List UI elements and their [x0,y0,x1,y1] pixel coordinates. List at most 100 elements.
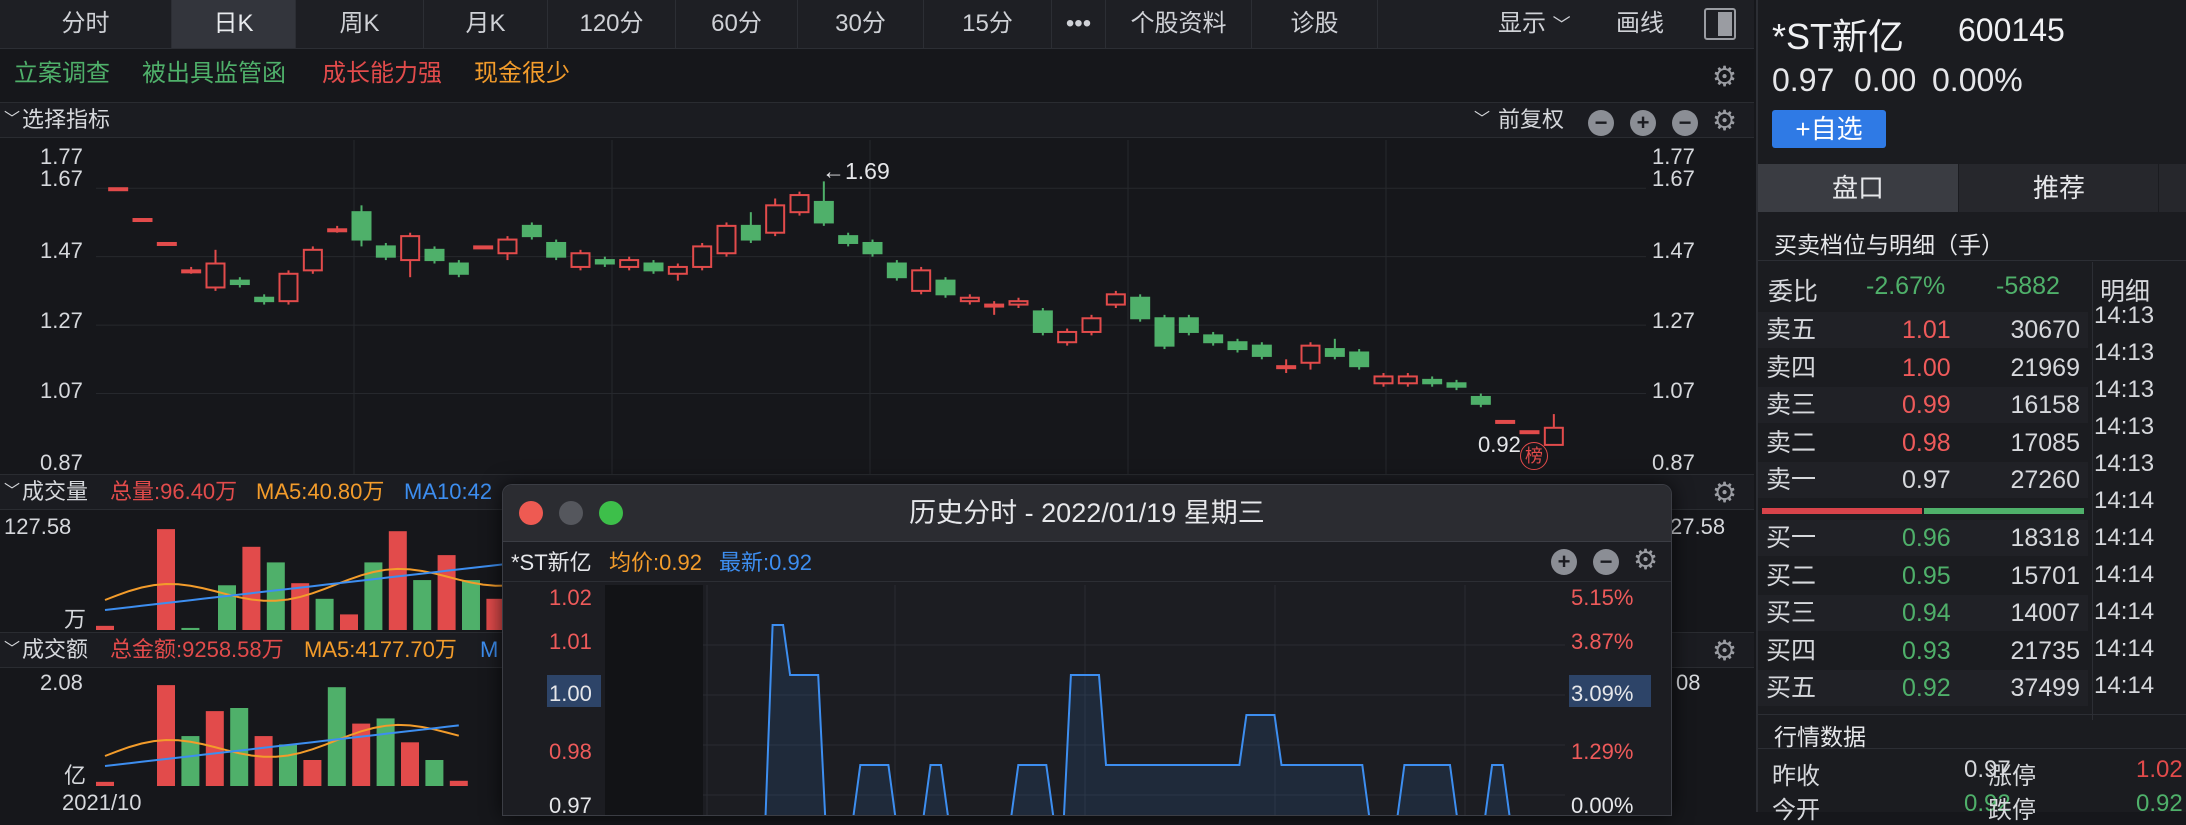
tab-weekly-k[interactable]: 周K [296,0,424,48]
divider [1758,260,2186,261]
select-indicator[interactable]: 选择指标 [22,103,110,137]
more-tabs-icon[interactable]: ••• [1052,0,1106,48]
gear-icon[interactable]: ⚙ [1712,634,1737,667]
candle-body [1032,310,1053,333]
gear-icon[interactable]: ⚙ [1712,476,1737,509]
price-tick: 1.47 [1652,238,1695,263]
detail-time: 14:13 [2094,339,2155,366]
amount-label[interactable]: 成交额 [22,633,88,667]
tab-30min[interactable]: 30分 [798,0,924,48]
sell-level-row[interactable]: 卖五 1.01 30670 [1758,312,2088,348]
amount-chart[interactable] [96,668,506,786]
candlestick-chart[interactable] [96,140,1646,480]
weibi-label: 委比 [1768,278,1819,306]
candle-body [327,228,348,233]
candle-body [959,296,980,303]
intraday-line-chart[interactable] [605,585,1565,816]
buy-ratio-bar [1924,508,2084,514]
detail-time: 14:13 [2094,450,2155,477]
buy-level-row[interactable]: 买四 0.93 21735 [1758,633,2088,669]
level-volume: 21969 [2010,353,2080,382]
sell-level-row[interactable]: 卖二 0.98 17085 [1758,425,2088,461]
display-menu[interactable]: 显示 ﹀ [1498,0,1571,48]
tab-60min[interactable]: 60分 [676,0,798,48]
buy-level-row[interactable]: 买三 0.94 14007 [1758,595,2088,631]
tag-low-cash[interactable]: 现金很少 [474,56,570,92]
zoom-out-icon[interactable]: − [1588,110,1614,136]
tab-15min[interactable]: 15分 [924,0,1052,48]
level-label: 卖五 [1766,316,1817,344]
maximize-icon[interactable] [599,501,623,525]
buy-level-row[interactable]: 买一 0.96 18318 [1758,520,2088,556]
candle-body [692,245,713,268]
candle-body [1154,317,1175,347]
candle-body [716,224,737,255]
tab-monthly-k[interactable]: 月K [424,0,548,48]
adjust-select[interactable]: 前复权 [1498,103,1564,137]
sell-level-row[interactable]: 卖四 1.00 21969 [1758,350,2088,386]
limit-up-label: 涨停 [1988,763,2036,790]
candle-body [132,218,153,223]
level-volume: 30670 [2010,316,2080,344]
close-icon[interactable] [519,501,543,525]
minimize-icon[interactable] [559,501,583,525]
buy-level-row[interactable]: 买五 0.92 37499 [1758,670,2088,706]
candle-body [375,245,396,258]
candle-body [643,262,664,272]
tag-investigation[interactable]: 立案调查 [14,56,110,92]
tab-intraday[interactable]: 分时 [0,0,172,48]
price-tick: 1.67 [40,166,83,191]
sell-level-row[interactable]: 卖三 0.99 16158 [1758,387,2088,423]
candle-body [1470,395,1491,405]
zoom-in-icon[interactable]: + [1630,110,1656,136]
gear-icon[interactable]: ⚙ [1712,104,1737,137]
amount-ma5: MA5:4177.70万 [304,637,457,662]
volume-ma5: MA5:40.80万 [256,479,385,504]
rank-badge-icon[interactable]: 榜 [1520,442,1548,470]
candle-body [1397,375,1418,385]
buy-level-row[interactable]: 买二 0.95 15701 [1758,558,2088,594]
tab-diagnosis[interactable]: 诊股 [1252,0,1378,48]
zoom-out-icon[interactable]: − [1593,549,1619,575]
tab-overflow[interactable] [2158,164,2186,212]
zoom-in-icon[interactable]: + [1551,549,1577,575]
candle-body [1008,300,1029,306]
amount-bar [254,736,273,786]
tab-recommend[interactable]: 推荐 [1958,164,2159,212]
level-label: 卖一 [1766,466,1817,494]
amount-bar [157,685,175,786]
tab-orderbook[interactable]: 盘口 [1758,164,1958,212]
add-watchlist-button[interactable]: +自选 [1772,110,1886,148]
sell-level-row[interactable]: 卖一 0.97 27260 [1758,462,2088,498]
draw-line-button[interactable]: 画线 [1616,0,1664,48]
chevron-down-icon: ﹀ [1552,15,1571,35]
divider [2092,262,2093,720]
tab-daily-k[interactable]: 日K [172,0,296,48]
gear-icon[interactable]: ⚙ [1633,543,1658,576]
candle-body [156,241,177,246]
panel-toggle-icon[interactable] [1704,8,1736,40]
remove-icon[interactable]: − [1672,110,1698,136]
popup-price-tick: 1.01 [549,629,592,654]
candle-body [1105,293,1126,306]
history-intraday-window[interactable]: 历史分时 - 2022/01/19 星期三 *ST新亿 均价:0.92 最新:0… [502,484,1672,816]
level-volume: 15701 [2010,561,2080,590]
gear-icon[interactable]: ⚙ [1712,60,1737,93]
price-tick: 1.27 [1652,308,1695,333]
tag-regulatory-letter[interactable]: 被出具监管函 [142,56,286,92]
level-volume: 14007 [2010,599,2080,627]
volume-chart[interactable] [96,512,506,630]
tab-stock-profile[interactable]: 个股资料 [1106,0,1252,48]
price-tick: 1.67 [1652,166,1695,191]
candle-body [1276,365,1297,370]
volume-label[interactable]: 成交量 [22,475,88,509]
tab-120min[interactable]: 120分 [548,0,676,48]
volume-ma10: MA10:42 [404,479,493,504]
price-tick: 1.07 [1652,378,1695,403]
detail-time: 14:13 [2094,413,2155,440]
window-title[interactable]: 历史分时 - 2022/01/19 星期三 [503,485,1671,542]
tag-growth-strong[interactable]: 成长能力强 [322,56,442,92]
volume-bar [462,580,480,630]
level-price: 0.94 [1902,599,1951,627]
amount-axis-max-right: 08 [1676,670,1701,695]
